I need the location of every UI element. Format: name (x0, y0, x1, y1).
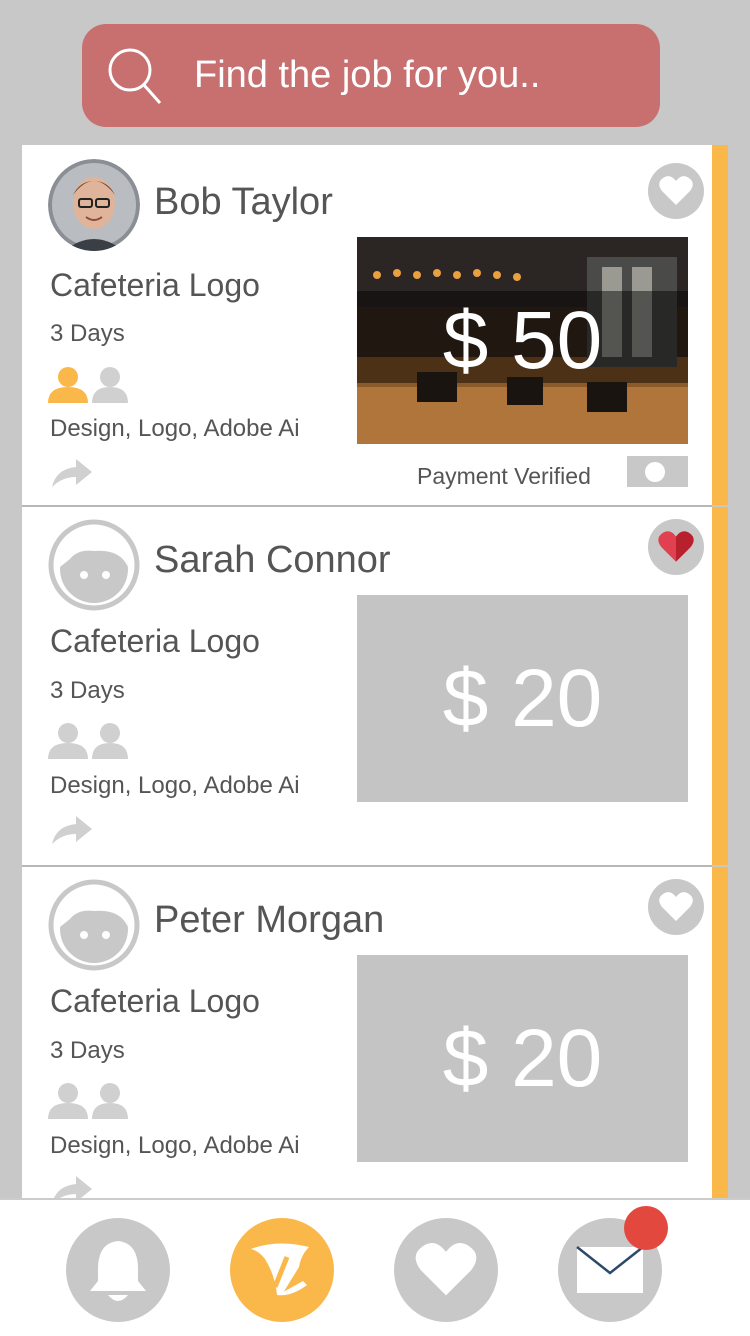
job-tags: Design, Logo, Adobe Ai (50, 415, 300, 442)
heart-icon-filled (658, 531, 694, 562)
favorite-button[interactable] (648, 519, 704, 575)
payment-verified-toggle[interactable] (627, 456, 688, 487)
avatar (48, 879, 140, 971)
card-accent-stripe (712, 507, 728, 865)
toggle-knob (645, 462, 665, 482)
nav-jobs-button[interactable] (230, 1218, 334, 1322)
nav-notifications-button[interactable] (66, 1218, 170, 1322)
heart-icon (659, 892, 693, 921)
heart-icon (415, 1242, 477, 1296)
job-duration: 3 Days (50, 320, 125, 347)
payment-verified-label: Payment Verified (417, 463, 591, 489)
job-price: $ 50 (442, 294, 603, 386)
job-card[interactable]: Peter Morgan Cafeteria Logo 3 Days Desig… (22, 867, 728, 1200)
search-icon (108, 48, 162, 104)
person-icon-filled (48, 367, 88, 403)
applicants-indicator (46, 721, 156, 766)
person-icon (92, 367, 128, 403)
job-duration: 3 Days (50, 677, 125, 704)
share-icon[interactable] (50, 455, 94, 489)
poster-name[interactable]: Sarah Connor (154, 539, 391, 582)
person-icon (92, 723, 128, 759)
poster-name[interactable]: Bob Taylor (154, 181, 333, 224)
bell-icon (90, 1241, 146, 1301)
job-tags: Design, Logo, Adobe Ai (50, 772, 300, 799)
notification-badge (624, 1206, 668, 1250)
card-accent-stripe (712, 867, 728, 1200)
job-card[interactable]: Bob Taylor Cafeteria Logo 3 Days Design,… (22, 145, 728, 507)
avatar (48, 159, 140, 251)
search-bar[interactable]: Find the job for you.. (82, 24, 660, 127)
mail-icon (576, 1246, 644, 1293)
person-icon (48, 723, 88, 759)
heart-icon (659, 176, 693, 205)
card-accent-stripe (712, 145, 728, 505)
job-title[interactable]: Cafeteria Logo (50, 623, 260, 660)
job-price: $ 20 (442, 1012, 603, 1104)
job-price-box[interactable]: $ 20 (357, 955, 688, 1162)
share-icon[interactable] (50, 1172, 94, 1200)
avatar (48, 519, 140, 611)
applicants-indicator (46, 1081, 156, 1126)
nav-favorites-button[interactable] (394, 1218, 498, 1322)
person-icon (48, 1083, 88, 1119)
poster-name[interactable]: Peter Morgan (154, 899, 384, 942)
job-title[interactable]: Cafeteria Logo (50, 267, 260, 304)
job-card[interactable]: Sarah Connor Cafeteria Logo 3 Days Desig… (22, 507, 728, 867)
job-price-image[interactable]: $ 50 (357, 237, 688, 444)
job-duration: 3 Days (50, 1037, 125, 1064)
favorite-button[interactable] (648, 163, 704, 219)
job-price-box[interactable]: $ 20 (357, 595, 688, 802)
share-icon[interactable] (50, 812, 94, 846)
job-title[interactable]: Cafeteria Logo (50, 983, 260, 1020)
job-feed[interactable]: Bob Taylor Cafeteria Logo 3 Days Design,… (22, 145, 728, 1200)
job-price: $ 20 (442, 652, 603, 744)
favorite-button[interactable] (648, 879, 704, 935)
job-tags: Design, Logo, Adobe Ai (50, 1132, 300, 1159)
applicants-indicator (46, 365, 156, 410)
hat-icon (251, 1243, 309, 1296)
search-input[interactable]: Find the job for you.. (194, 24, 540, 127)
person-icon (92, 1083, 128, 1119)
